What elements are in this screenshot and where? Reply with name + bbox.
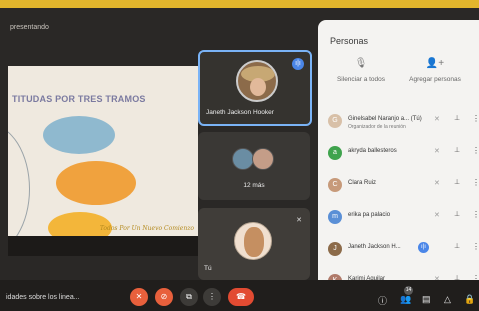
participant-row[interactable]: C Clara Ruiz ✕ ⊥ ⋮	[324, 170, 479, 202]
speaker-tile[interactable]: ı|ı Janeth Jackson Hooker	[198, 50, 312, 126]
more-options-icon[interactable]: ⋮	[472, 114, 479, 123]
more-options-icon[interactable]: ⋮	[472, 178, 479, 187]
participant-row[interactable]: a akryda ballesteros ✕ ⊥ ⋮	[324, 138, 479, 170]
add-person-icon: 👤+	[425, 58, 445, 69]
mic-off-icon: ✕	[434, 148, 440, 155]
more-options-button[interactable]: ⋮	[203, 288, 221, 306]
people-panel: Personas 🎙 Silenciar a todos 👤+ Agregar …	[318, 20, 479, 288]
presenting-label: presentando	[10, 24, 49, 31]
mic-off-icon: ✕	[434, 180, 440, 187]
activities-icon[interactable]: △	[444, 294, 451, 305]
people-count-badge: 14	[404, 286, 413, 295]
panel-title: Personas	[330, 36, 369, 46]
add-people-label: Agregar personas	[409, 76, 461, 83]
avatar: J	[328, 242, 342, 256]
mic-toggle-button[interactable]: ✕	[130, 288, 148, 306]
participant-avatar	[232, 148, 254, 170]
slide-bottom-strip	[8, 236, 198, 256]
people-icon[interactable]: 👥	[400, 294, 411, 305]
speaking-indicator-icon: ı|ı	[418, 242, 429, 253]
info-icon[interactable]: ⓘ	[378, 294, 387, 307]
speaker-name: Janeth Jackson Hooker	[206, 109, 274, 116]
slide-signature: Todos Por Un Nuevo Comienzo	[99, 225, 194, 232]
add-people-button[interactable]: 👤+ Agregar personas	[400, 58, 470, 83]
participant-row[interactable]: G Ginelsabel Naranjo a... (Tú) Organizad…	[324, 106, 479, 138]
participant-avatar	[252, 148, 274, 170]
slide-oval-blue	[43, 116, 115, 154]
mute-all-label: Silenciar a todos	[336, 76, 386, 83]
others-tile[interactable]: 12 más	[198, 132, 310, 200]
camera-toggle-button[interactable]: ⊘	[155, 288, 173, 306]
participant-row[interactable]: J Janeth Jackson H... ı|ı ⊥ ⋮	[324, 234, 479, 266]
pin-icon[interactable]: ⊥	[454, 114, 460, 122]
pin-icon[interactable]: ⊥	[454, 210, 460, 218]
participant-name: Janeth Jackson H...	[348, 244, 401, 250]
avatar: m	[328, 210, 342, 224]
more-options-icon[interactable]: ⋮	[472, 210, 479, 219]
slide-title: TITUDAS POR TRES TRAMOS	[12, 94, 146, 104]
avatar: C	[328, 178, 342, 192]
participant-name: erika pa palacio	[348, 212, 391, 218]
participant-list: G Ginelsabel Naranjo a... (Tú) Organizad…	[324, 106, 479, 298]
slide-oval-orange	[56, 161, 136, 205]
present-button[interactable]: ⧉	[180, 288, 198, 306]
more-options-icon[interactable]: ⋮	[472, 242, 479, 251]
participant-role: Organizador de la reunión	[348, 124, 406, 130]
speaker-avatar	[236, 60, 278, 102]
chat-icon[interactable]: ▤	[422, 294, 431, 305]
participant-name: Clara Ruiz	[348, 180, 377, 186]
mic-off-icon: ✕	[434, 212, 440, 219]
shared-presentation: TITUDAS POR TRES TRAMOS Todos Por Un Nue…	[8, 66, 198, 256]
avatar: a	[328, 146, 342, 160]
meeting-title: idades sobre los linea...	[6, 294, 80, 301]
participant-name: Ginelsabel Naranjo a... (Tú)	[348, 116, 422, 122]
lock-icon[interactable]: 🔒	[464, 294, 475, 305]
mic-off-icon: ✕	[296, 217, 302, 224]
participant-row[interactable]: m erika pa palacio ✕ ⊥ ⋮	[324, 202, 479, 234]
pin-icon[interactable]: ⊥	[454, 242, 460, 250]
mic-off-icon: ✕	[434, 116, 440, 123]
participant-name: akryda ballesteros	[348, 148, 397, 154]
meet-window: presentando TITUDAS POR TRES TRAMOS Todo…	[0, 0, 479, 311]
pin-icon[interactable]: ⊥	[454, 178, 460, 186]
mute-all-button[interactable]: 🎙 Silenciar a todos	[326, 58, 396, 83]
avatar: G	[328, 114, 342, 128]
more-options-icon[interactable]: ⋮	[472, 146, 479, 155]
slide-arc-shape	[8, 124, 30, 254]
self-avatar	[234, 222, 272, 260]
pin-icon[interactable]: ⊥	[454, 146, 460, 154]
self-tile[interactable]: ✕ Tú	[198, 208, 310, 280]
mic-off-icon: 🎙	[354, 58, 368, 69]
others-count-label: 12 más	[243, 182, 265, 189]
speaking-indicator-icon: ı|ı	[292, 58, 304, 70]
control-bar: idades sobre los linea... ✕ ⊘ ⧉ ⋮ ☎ ⓘ 👥 …	[0, 280, 479, 311]
self-label: Tú	[204, 265, 212, 272]
end-call-button[interactable]: ☎	[228, 288, 254, 306]
